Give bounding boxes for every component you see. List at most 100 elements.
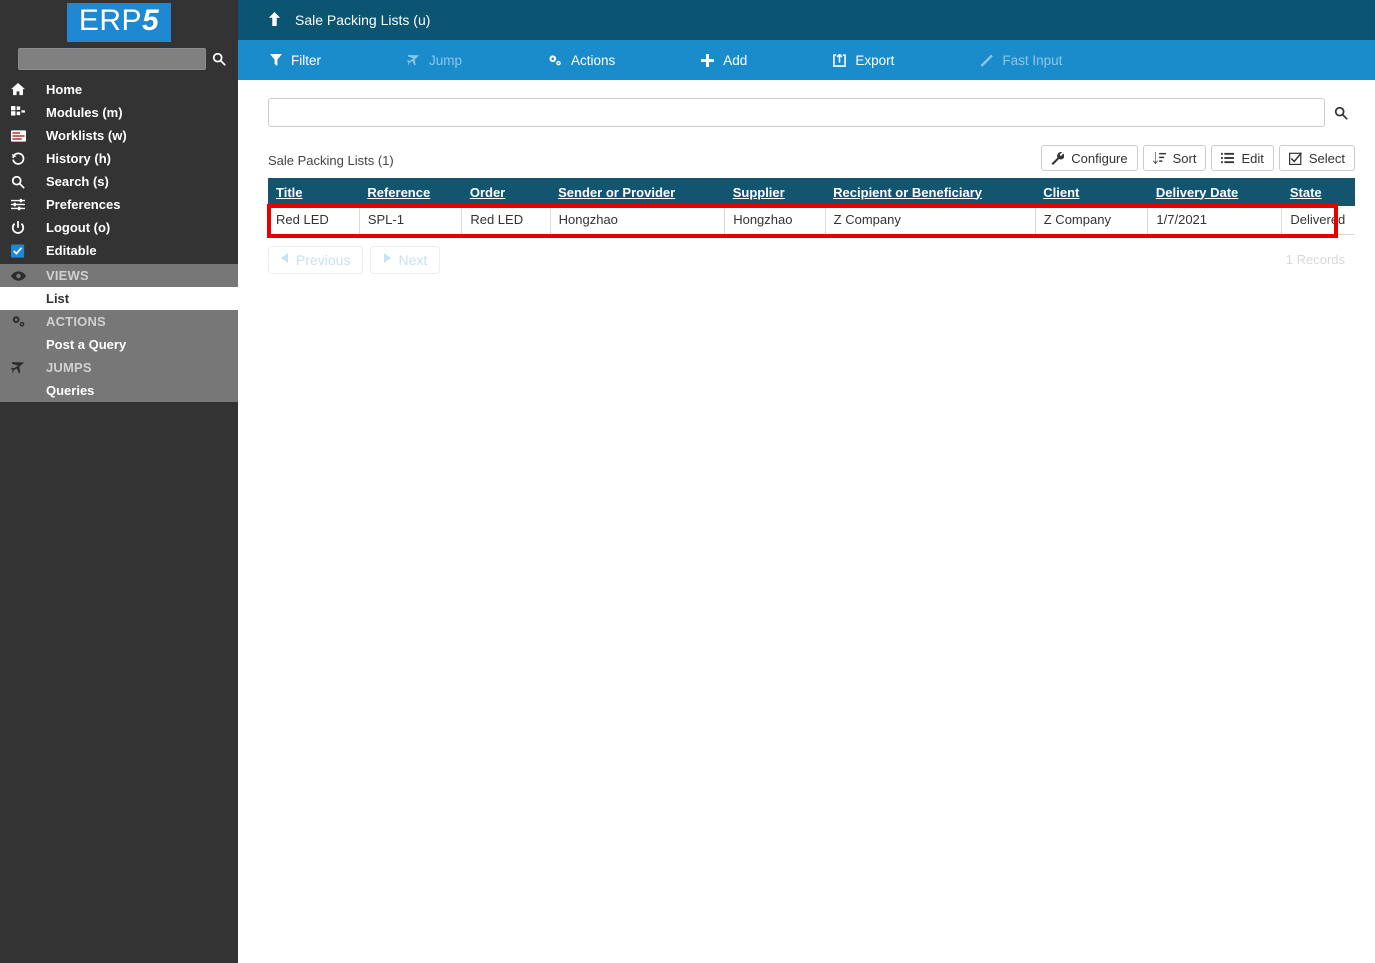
table-row[interactable]: Red LED SPL-1 Red LED Hongzhao Hongzhao … (268, 206, 1355, 235)
sidebar-group-heading: VIEWS (46, 268, 89, 283)
sidebar-item-modules[interactable]: Modules (m) (0, 101, 238, 124)
sidebar-link-post-a-query[interactable]: Post a Query (0, 333, 238, 356)
sidebar-group-actions: ACTIONS (0, 310, 238, 333)
sidebar-item-label: Editable (46, 243, 97, 258)
column-header-recipient-or-beneficiary[interactable]: Recipient or Beneficiary (825, 178, 1036, 206)
sidebar-search-input[interactable] (18, 48, 206, 70)
home-icon (11, 83, 37, 96)
sidebar-item-worklists[interactable]: Worklists (w) (0, 124, 238, 147)
cell-title[interactable]: Red LED (268, 206, 360, 235)
column-header-title[interactable]: Title (268, 178, 360, 206)
tool-label: Edit (1241, 150, 1264, 166)
cell-supplier[interactable]: Hongzhao (724, 206, 826, 235)
search-icon (11, 175, 37, 189)
cell-state[interactable]: Delivered (1281, 206, 1355, 235)
tool-label: Select (1308, 150, 1345, 166)
tool-label: Configure (1071, 150, 1128, 166)
cell-order[interactable]: Red LED (461, 206, 551, 235)
sidebar-search-row (0, 44, 238, 74)
sidebar-groups: VIEWS List ACTIONS Post a Query JUMPS Qu… (0, 264, 238, 402)
caret-left-icon (281, 253, 289, 266)
cell-delivery-date[interactable]: 1/7/2021 (1147, 206, 1283, 235)
sidebar-group-heading: ACTIONS (46, 314, 106, 329)
sidebar-item-history[interactable]: History (h) (0, 147, 238, 170)
sidebar-item-label: Logout (o) (46, 220, 111, 235)
column-header-supplier[interactable]: Supplier (724, 178, 826, 206)
cell-client[interactable]: Z Company (1035, 206, 1149, 235)
sidebar-link-list[interactable]: List (0, 287, 238, 310)
tool-label: Sort (1172, 150, 1197, 166)
logo[interactable]: ERP5 (0, 0, 238, 44)
eye-icon (11, 270, 37, 281)
sidebar-item-preferences[interactable]: Preferences (0, 193, 238, 216)
column-header-order[interactable]: Order (461, 178, 551, 206)
main-area: Sale Packing Lists (u) Filter Jump Actio… (238, 0, 1375, 963)
sidebar-item-label: History (h) (46, 151, 111, 166)
sidebar-search-icon[interactable] (206, 47, 232, 71)
page-titlebar: Sale Packing Lists (u) (238, 0, 1375, 40)
logo-accent: 5 (142, 3, 160, 37)
column-header-state[interactable]: State (1281, 178, 1355, 206)
sidebar-item-logout[interactable]: Logout (o) (0, 216, 238, 239)
cell-sender-or-provider[interactable]: Hongzhao (550, 206, 726, 235)
select-button[interactable]: Select (1278, 145, 1355, 171)
sidebar-link-label: Post a Query (46, 337, 127, 352)
list-icon (1221, 152, 1235, 164)
sidebar: ERP5 Home Modules (m) Worklists (w) Hist… (0, 0, 238, 963)
column-header-reference[interactable]: Reference (359, 178, 462, 206)
wrench-icon (1051, 151, 1065, 165)
content-area: Sale Packing Lists (1) Configure Sort Ed… (238, 80, 1375, 274)
listing-table-wrap: Title Reference Order Sender or Provider… (267, 178, 1355, 238)
sort-icon (1152, 151, 1166, 165)
action-add[interactable]: Add (687, 40, 763, 80)
action-label: Fast Input (1002, 52, 1063, 68)
action-label: Add (723, 52, 748, 68)
sliders-icon (11, 198, 37, 211)
sidebar-item-label: Modules (m) (46, 105, 123, 120)
sidebar-group-heading: JUMPS (46, 360, 92, 375)
page-title: Sale Packing Lists (u) (295, 12, 431, 28)
arrow-up-icon[interactable] (268, 12, 281, 28)
plus-icon (701, 53, 715, 67)
listing-tool-buttons: Configure Sort Edit Select (1041, 145, 1355, 171)
previous-button: Previous (268, 245, 364, 274)
gears-icon (11, 315, 37, 328)
next-label: Next (398, 251, 428, 268)
search-input[interactable] (268, 98, 1325, 127)
column-header-client[interactable]: Client (1035, 178, 1148, 206)
gears-icon (548, 54, 562, 67)
action-fast-input: Fast Input (966, 40, 1078, 80)
action-filter[interactable]: Filter (256, 40, 337, 80)
records-count: 1 Records (1285, 252, 1345, 267)
cell-recipient-or-beneficiary[interactable]: Z Company (825, 206, 1036, 235)
sidebar-item-home[interactable]: Home (0, 78, 238, 101)
history-icon (11, 152, 37, 166)
action-actions[interactable]: Actions (534, 40, 631, 80)
logo-text: ERP (78, 3, 142, 37)
column-header-sender-or-provider[interactable]: Sender or Provider (550, 178, 725, 206)
cell-reference[interactable]: SPL-1 (359, 206, 463, 235)
sidebar-item-editable[interactable]: Editable (0, 239, 238, 262)
sidebar-item-label: Preferences (46, 197, 121, 212)
sidebar-item-label: Search (s) (46, 174, 109, 189)
listing-table: Title Reference Order Sender or Provider… (268, 178, 1355, 235)
action-export[interactable]: Export (819, 40, 910, 80)
sort-button[interactable]: Sort (1142, 145, 1207, 171)
checkbox-checked-icon[interactable] (11, 243, 37, 258)
logo-badge: ERP5 (66, 2, 172, 42)
search-row (268, 98, 1355, 127)
search-submit-icon[interactable] (1327, 99, 1355, 127)
sidebar-group-views: VIEWS (0, 264, 238, 287)
sidebar-group-jumps: JUMPS (0, 356, 238, 379)
action-label: Actions (571, 52, 616, 68)
edit-button[interactable]: Edit (1211, 145, 1274, 171)
action-jump: Jump (393, 40, 478, 80)
plane-icon (11, 361, 37, 374)
configure-button[interactable]: Configure (1041, 145, 1138, 171)
sidebar-item-search[interactable]: Search (s) (0, 170, 238, 193)
column-header-delivery-date[interactable]: Delivery Date (1147, 178, 1282, 206)
sidebar-link-queries[interactable]: Queries (0, 379, 238, 402)
worklists-icon (11, 129, 37, 142)
next-button: Next (370, 245, 441, 274)
pagination-buttons: Previous Next (268, 245, 441, 274)
